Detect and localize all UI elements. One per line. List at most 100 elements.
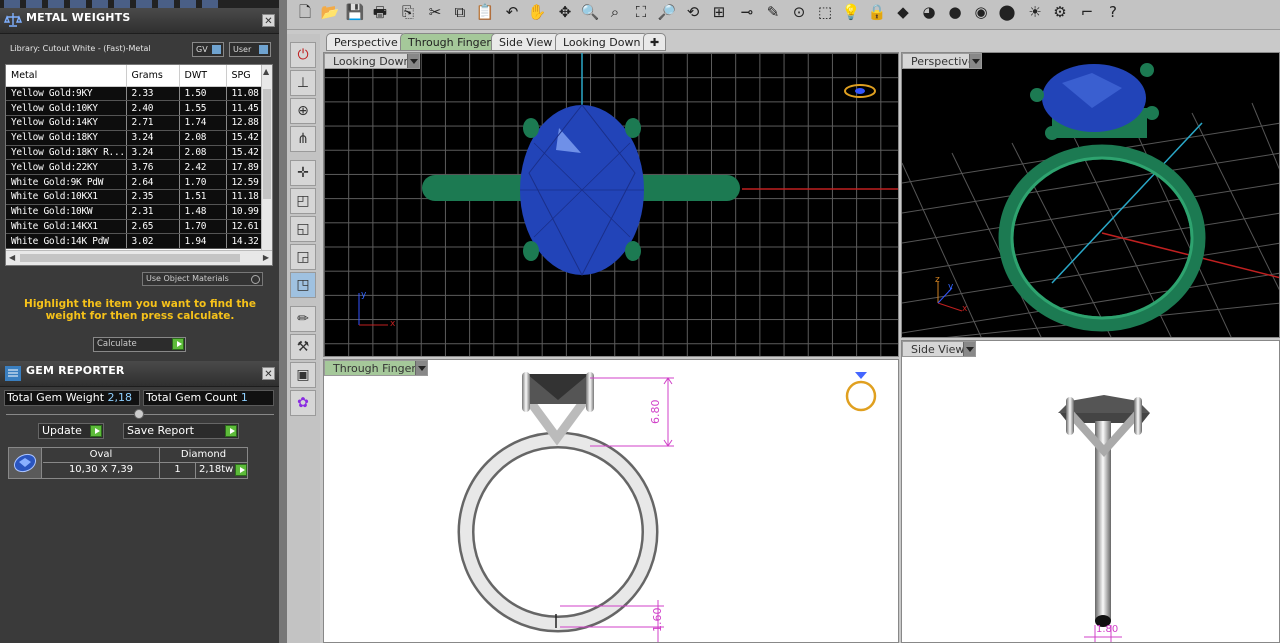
zoom-extents-icon[interactable]: ⛶ [631,2,651,22]
table-row[interactable]: Yellow Gold:18KY 3.24 2.08 15.42 [6,130,264,146]
save-report-button[interactable]: Save Report [123,423,239,439]
total-gem-weight: Total Gem Weight 2,18 [4,390,140,406]
table-cell: 11.18 [226,189,264,205]
scroll-right-icon[interactable]: ▶ [263,253,269,262]
play-icon[interactable] [235,464,247,476]
cube-top-icon[interactable]: ◱ [290,216,316,242]
table-row[interactable]: Yellow Gold:18KY R... 3.24 2.08 15.42 [6,145,264,161]
select-icon[interactable]: ⬚ [815,2,835,22]
use-object-materials-toggle[interactable]: Use Object Materials [142,272,263,286]
print-icon[interactable]: 🖶 [370,2,390,22]
zoom-window-icon[interactable]: ⌕ [605,2,625,22]
add-tab-icon[interactable]: ✚ [643,33,667,51]
viewport-side-view[interactable]: 1.80 Side View [901,340,1280,643]
col-spg[interactable]: SPG [226,65,264,87]
table-row[interactable]: Yellow Gold:9KY 2.33 1.50 11.08 [6,86,264,102]
table-row[interactable]: Yellow Gold:10KY 2.40 1.55 11.45 [6,100,264,117]
open-folder-icon[interactable]: 📂 [320,2,340,22]
render-sphere-icon[interactable]: ◉ [971,2,991,22]
metal-table[interactable]: Metal Grams DWT SPG Yellow Gold:9KY 2.33 1… [5,64,273,266]
viewport-looking-down[interactable]: y x Looking Down [323,52,899,357]
stop-icon[interactable]: ⏻ [290,42,316,68]
tab-looking-down[interactable]: Looking Down [555,33,649,51]
lock-icon[interactable]: 🔒 [867,2,887,22]
cube-side-icon[interactable]: ◲ [290,244,316,270]
update-label: Update [42,424,82,437]
tool-icon[interactable]: ⚒ [290,334,316,360]
user-select[interactable]: User [229,42,271,57]
scroll-up-icon[interactable]: ▲ [263,67,269,76]
cube-front-icon[interactable]: ◰ [290,188,316,214]
blue-sphere-icon[interactable]: ⬤ [997,2,1017,22]
col-grams[interactable]: Grams [126,65,180,87]
gv-select[interactable]: GV [192,42,224,57]
color-wheel-icon[interactable]: ◕ [919,2,939,22]
col-dwt[interactable]: DWT [179,65,227,87]
cut-icon[interactable]: ✂ [425,2,445,22]
tab-side-view[interactable]: Side View [491,33,561,51]
nodes-icon[interactable]: ⋔ [290,126,316,152]
viewport-label[interactable]: Perspective [902,53,982,69]
snap-icon[interactable]: ⊙ [789,2,809,22]
table-row[interactable]: Yellow Gold:22KY 3.76 2.42 17.89 [6,159,264,176]
viewport-label[interactable]: Looking Down [324,53,420,69]
table-row[interactable]: Yellow Gold:14KY 2.71 1.74 12.88 [6,115,264,131]
table-row[interactable]: White Gold:9K PdW 2.64 1.70 12.59 [6,174,264,191]
material-icon[interactable]: ◆ [893,2,913,22]
cube-perspective-icon[interactable]: ◳ [290,272,316,298]
col-metal[interactable]: Metal [6,65,127,87]
horizontal-scrollbar[interactable]: ◀ ▶ [6,250,272,265]
pan-hand-icon[interactable]: ✋ [527,2,547,22]
grid-icon[interactable]: ⊞ [709,2,729,22]
table-row[interactable]: White Gold:14K PdW 3.02 1.94 14.32 [6,233,264,250]
light-icon[interactable]: ☀ [1025,2,1045,22]
total-gem-count: Total Gem Count 1 [143,390,274,406]
viewport-label[interactable]: Side View [902,341,976,357]
zoom-icon[interactable]: 🔍 [580,2,600,22]
table-row[interactable]: White Gold:10KW 2.31 1.48 10.99 [6,204,264,220]
hint-text: Highlight the item you want to find the … [24,298,256,322]
export-icon[interactable]: ⎘ [398,2,418,22]
slider-handle[interactable] [134,409,144,419]
scroll-thumb[interactable] [263,89,271,199]
save-icon[interactable]: 💾 [345,2,365,22]
move-icon[interactable]: ✥ [555,2,575,22]
new-file-icon[interactable]: 🗋 [295,2,315,22]
close-icon[interactable]: ✕ [262,14,275,27]
table-cell: 2.08 [179,130,227,146]
tab-perspective[interactable]: Perspective [326,33,406,51]
point-icon[interactable]: ✎ [763,2,783,22]
paste-icon[interactable]: 📋 [475,2,495,22]
gem-row[interactable]: Oval Diamond 10,30 X 7,39 1 2,18tw [8,447,248,479]
calculate-button[interactable]: Calculate [93,337,186,352]
lightbulb-icon[interactable]: 💡 [841,2,861,22]
settings-gear-icon[interactable]: ⚙ [1050,2,1070,22]
viewport-perspective[interactable]: z y x Perspective [901,52,1280,338]
plugin-gear-icon[interactable]: ✿ [290,390,316,416]
transform-icon[interactable]: ✛ [290,160,316,186]
help-icon[interactable]: ? [1103,2,1123,22]
tab-through-finger[interactable]: Through Finger [400,33,499,51]
zoom-selected-icon[interactable]: 🔎 [657,2,677,22]
measure-icon[interactable]: ⊸ [737,2,757,22]
pencil-icon[interactable]: ✏ [290,306,316,332]
scroll-left-icon[interactable]: ◀ [9,253,15,262]
axis-icon[interactable]: ⊥ [290,70,316,96]
globe-icon[interactable]: ⊕ [290,98,316,124]
copy-icon[interactable]: ⧉ [450,2,470,22]
vertical-scrollbar[interactable]: ▲ [261,65,272,251]
panel-divider[interactable] [279,0,287,643]
dimension-icon[interactable]: ⌐ [1077,2,1097,22]
ring-preview-icon [844,84,876,98]
table-row[interactable]: White Gold:14KX1 2.65 1.70 12.61 [6,219,264,235]
shade-sphere-icon[interactable]: ● [945,2,965,22]
table-row[interactable]: White Gold:10KX1 2.35 1.51 11.18 [6,189,264,205]
update-button[interactable]: Update [38,423,104,439]
rotate-view-icon[interactable]: ⟲ [683,2,703,22]
close-icon[interactable]: ✕ [262,367,275,380]
scroll-thumb[interactable] [20,254,240,262]
viewport-through-finger[interactable]: 6.80 1.60 Through Finger [323,359,899,643]
frame-icon[interactable]: ▣ [290,362,316,388]
undo-icon[interactable]: ↶ [502,2,522,22]
viewport-label[interactable]: Through Finger [324,360,428,376]
